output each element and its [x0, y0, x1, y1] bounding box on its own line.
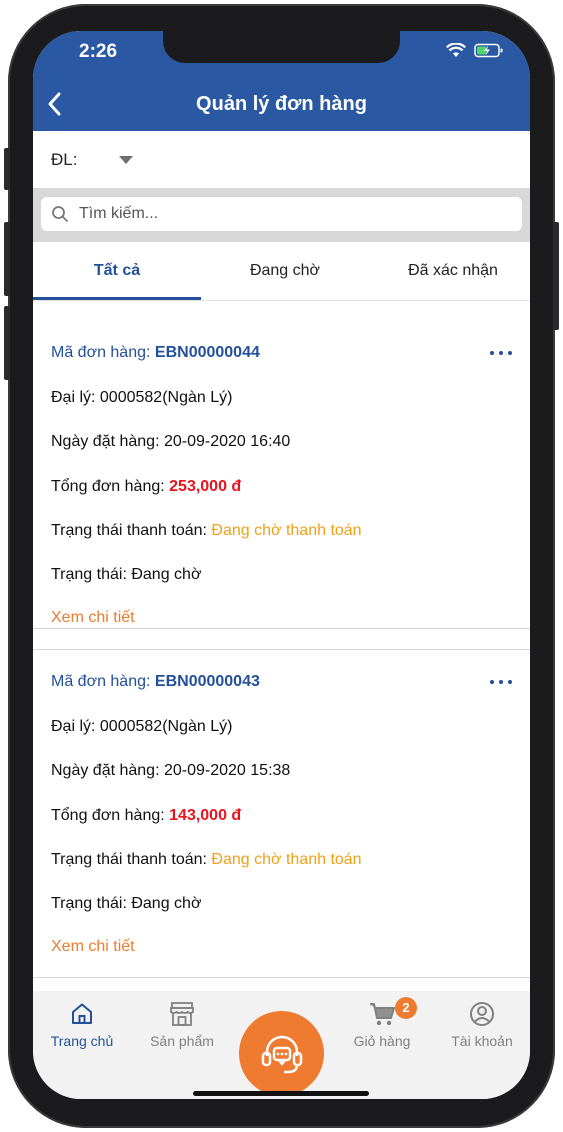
- notch: [163, 31, 400, 63]
- payment-status: Đang chờ thanh toán: [211, 522, 362, 539]
- view-detail-link[interactable]: Xem chi tiết: [51, 609, 135, 627]
- order-total: 253,000 đ: [169, 478, 242, 495]
- search-bar-container: [33, 188, 530, 242]
- volume-down-button: [4, 306, 10, 380]
- order-status: Đang chờ: [131, 895, 202, 912]
- wifi-icon: [446, 43, 466, 57]
- status-icons: [446, 43, 504, 58]
- more-options-icon[interactable]: [490, 349, 512, 357]
- payment-status-label: Trạng thái thanh toán:: [51, 851, 207, 868]
- agent-value: 0000582(Ngàn Lý): [99, 389, 233, 406]
- agent-value: 0000582(Ngàn Lý): [99, 718, 233, 735]
- page-title: Quản lý đơn hàng: [196, 93, 367, 115]
- order-status-label: Trạng thái:: [51, 895, 127, 912]
- battery-charging-icon: [474, 43, 503, 58]
- order-code-row: Mã đơn hàng: EBN00000043: [51, 673, 260, 691]
- bottom-navigation: Trang chủ Sản phẩm Giỏ hàng 2 Tài khoản: [33, 991, 530, 1099]
- agent-row: Đại lý: 0000582(Ngàn Lý): [51, 718, 232, 736]
- chevron-down-icon[interactable]: [119, 156, 133, 164]
- order-total-row: Tổng đơn hàng: 253,000 đ: [51, 478, 241, 496]
- order-date: 20-09-2020 15:38: [163, 762, 291, 779]
- account-icon: [470, 1002, 494, 1026]
- order-card: Mã đơn hàng: EBN00000044 Đại lý: 0000582…: [33, 301, 530, 629]
- order-code-label: Mã đơn hàng:: [51, 673, 151, 690]
- nav-account-label: Tài khoản: [451, 1033, 513, 1049]
- store-icon: [170, 1002, 194, 1026]
- payment-status: Đang chờ thanh toán: [211, 851, 362, 868]
- order-total-row: Tổng đơn hàng: 143,000 đ: [51, 807, 241, 825]
- search-input[interactable]: [77, 204, 511, 224]
- order-code: EBN00000043: [154, 673, 260, 690]
- power-button: [553, 222, 559, 330]
- agent-label: Đại lý:: [51, 389, 96, 406]
- mute-switch: [4, 148, 10, 190]
- nav-products-label: Sản phẩm: [150, 1033, 214, 1049]
- support-button[interactable]: [239, 1011, 324, 1096]
- order-total: 143,000 đ: [169, 807, 242, 824]
- order-status-tabs: Tất cả Đang chờ Đã xác nhận: [33, 242, 530, 301]
- search-box[interactable]: [41, 197, 522, 231]
- nav-home[interactable]: Trang chủ: [37, 1001, 127, 1049]
- order-total-label: Tổng đơn hàng:: [51, 807, 165, 824]
- order-code-label: Mã đơn hàng:: [51, 344, 151, 361]
- more-options-icon[interactable]: [490, 678, 512, 686]
- nav-products[interactable]: Sản phẩm: [137, 1001, 227, 1049]
- tab-all[interactable]: Tất cả: [33, 262, 201, 280]
- status-time: 2:26: [79, 41, 118, 62]
- search-icon: [52, 206, 68, 222]
- support-headset-icon: [261, 1035, 302, 1073]
- order-date-label: Ngày đặt hàng:: [51, 762, 160, 779]
- nav-cart-label: Giỏ hàng: [353, 1033, 411, 1049]
- view-detail-link[interactable]: Xem chi tiết: [51, 938, 135, 956]
- payment-status-label: Trạng thái thanh toán:: [51, 522, 207, 539]
- order-total-label: Tổng đơn hàng:: [51, 478, 165, 495]
- nav-home-label: Trang chủ: [50, 1033, 114, 1049]
- active-tab-indicator: [33, 297, 201, 300]
- order-date-row: Ngày đặt hàng: 20-09-2020 16:40: [51, 433, 290, 451]
- order-status-row: Trạng thái: Đang chờ: [51, 895, 201, 913]
- order-code: EBN00000044: [154, 344, 260, 361]
- home-indicator: [193, 1091, 369, 1096]
- order-date-row: Ngày đặt hàng: 20-09-2020 15:38: [51, 762, 290, 780]
- order-date: 20-09-2020 16:40: [163, 433, 291, 450]
- volume-up-button: [4, 222, 10, 296]
- order-card: Mã đơn hàng: EBN00000043 Đại lý: 0000582…: [33, 649, 530, 978]
- payment-status-row: Trạng thái thanh toán: Đang chờ thanh to…: [51, 522, 362, 540]
- tab-pending[interactable]: Đang chờ: [201, 262, 369, 280]
- nav-account[interactable]: Tài khoản: [437, 1001, 527, 1049]
- order-status-row: Trạng thái: Đang chờ: [51, 566, 201, 584]
- order-date-label: Ngày đặt hàng:: [51, 433, 160, 450]
- agent-filter-label: ĐL:: [51, 150, 78, 169]
- home-icon: [72, 1003, 92, 1024]
- tab-confirmed[interactable]: Đã xác nhận: [369, 262, 530, 280]
- agent-filter-row: ĐL:: [33, 131, 530, 188]
- order-status: Đang chờ: [131, 566, 202, 583]
- order-list: Mã đơn hàng: EBN00000044 Đại lý: 0000582…: [33, 301, 530, 991]
- agent-row: Đại lý: 0000582(Ngàn Lý): [51, 389, 232, 407]
- cart-badge: 2: [395, 997, 417, 1019]
- order-code-row: Mã đơn hàng: EBN00000044: [51, 344, 260, 362]
- agent-label: Đại lý:: [51, 718, 96, 735]
- app-screen: 2:26 Quản lý đơn hàng ĐL: Tìm kiếm... Tấ…: [33, 31, 530, 1099]
- payment-status-row: Trạng thái thanh toán: Đang chờ thanh to…: [51, 851, 362, 869]
- cart-icon: [370, 1003, 395, 1026]
- order-status-label: Trạng thái:: [51, 566, 127, 583]
